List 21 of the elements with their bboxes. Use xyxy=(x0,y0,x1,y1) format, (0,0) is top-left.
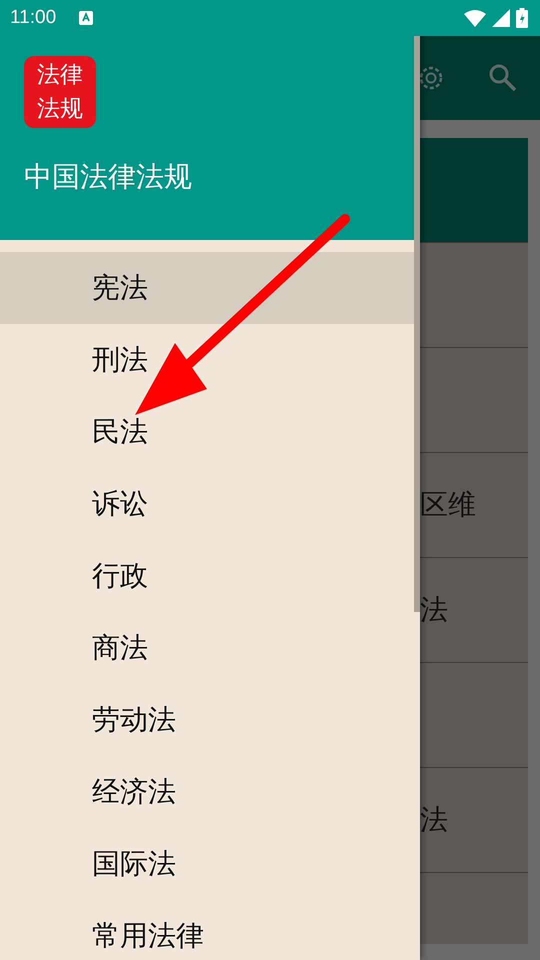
drawer-item[interactable]: 行政 xyxy=(0,540,414,612)
list-item-text: 法 xyxy=(420,592,448,628)
drawer-item[interactable]: 诉讼 xyxy=(0,468,414,540)
drawer-item[interactable]: 民法 xyxy=(0,396,414,468)
signal-icon xyxy=(492,9,510,27)
drawer-item[interactable]: 国际法 xyxy=(0,828,414,900)
drawer-item[interactable]: 宪法 xyxy=(0,252,414,324)
drawer-item[interactable]: 刑法 xyxy=(0,324,414,396)
list-item-text: 法 xyxy=(420,802,448,838)
status-time: 11:00 xyxy=(10,7,56,29)
drawer-item[interactable]: 商法 xyxy=(0,612,414,684)
notification-icon xyxy=(78,10,94,26)
logo-text: 法规 xyxy=(37,95,83,124)
drawer-item[interactable]: 常用法律 xyxy=(0,900,414,960)
battery-icon xyxy=(516,8,528,28)
drawer-item[interactable]: 劳动法 xyxy=(0,684,414,756)
logo-text: 法律 xyxy=(37,61,83,90)
list-item-text: 区维 xyxy=(420,487,476,523)
drawer-item[interactable]: 经济法 xyxy=(0,756,414,828)
wifi-icon xyxy=(464,9,486,27)
drawer-title: 中国法律法规 xyxy=(24,159,193,195)
